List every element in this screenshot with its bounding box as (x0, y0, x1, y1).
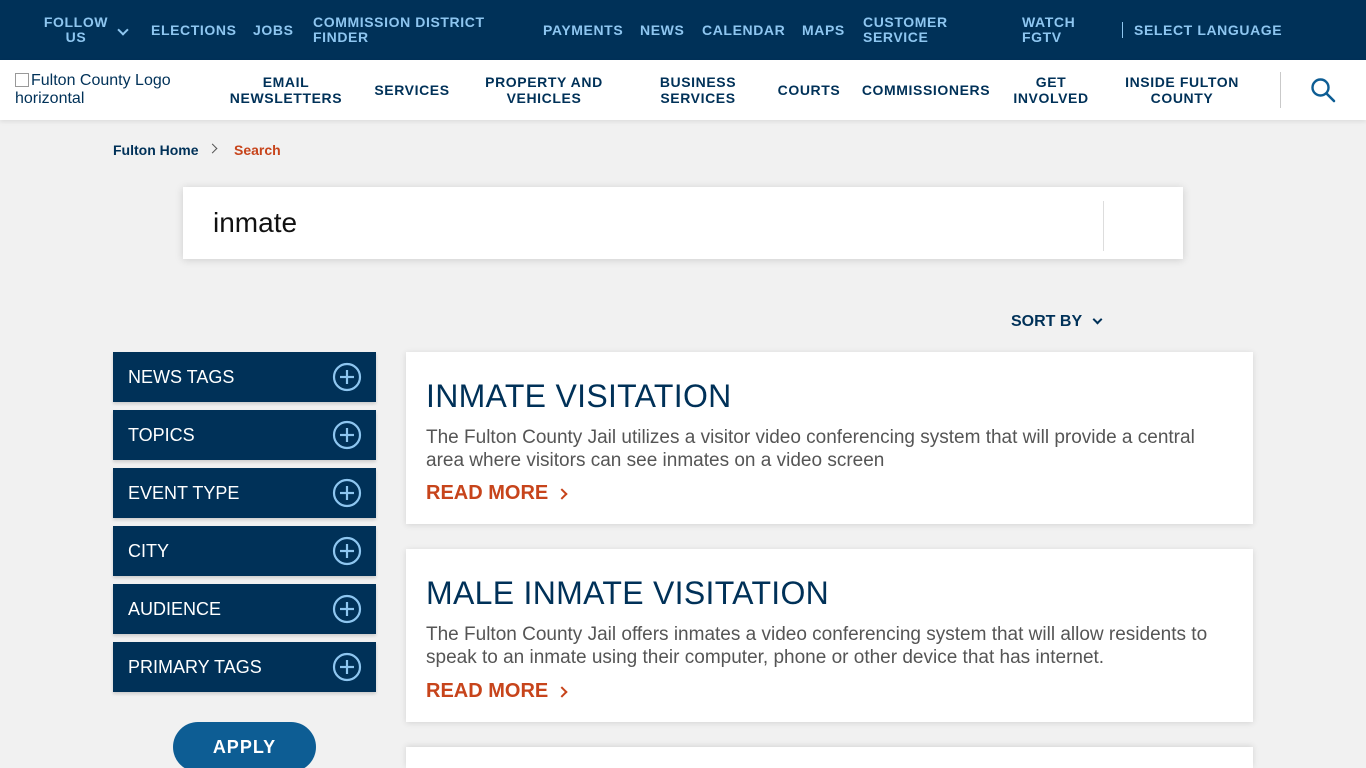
jobs-label: JOBS (253, 21, 294, 38)
watch-fgtv-link[interactable]: WATCH FGTV (1022, 0, 1082, 60)
filter-city[interactable]: CITY (113, 526, 376, 576)
result-title[interactable]: INMATE VISITATION (426, 378, 732, 415)
read-more-link[interactable]: READ MORE (426, 482, 568, 505)
read-more-label: READ MORE (426, 680, 549, 702)
nav-business-services-label: BUSINESS SERVICES (659, 74, 737, 106)
chevron-down-icon (117, 24, 129, 36)
chevron-down-icon (1092, 314, 1103, 325)
calendar-label: CALENDAR (702, 21, 786, 38)
nav-inside-fulton-county[interactable]: INSIDE FULTON COUNTY (1118, 60, 1246, 120)
nav-courts[interactable]: COURTS (771, 60, 847, 120)
customer-service-label: CUSTOMER SERVICE (863, 14, 948, 45)
nav-get-involved-label: GET INVOLVED (1013, 74, 1089, 106)
apply-button[interactable]: APPLY (173, 722, 316, 768)
result-description: The Fulton County Jail utilizes a visito… (426, 427, 1195, 471)
elections-link[interactable]: ELECTIONS (151, 0, 237, 60)
logo-alt-text: Fulton County Logo horizontal (15, 72, 171, 107)
news-label: NEWS (640, 21, 685, 38)
commission-district-finder-link[interactable]: COMMISSION DISTRICT FINDER (313, 0, 493, 60)
main-navigation: Fulton County Logo horizontal EMAIL NEWS… (0, 60, 1366, 120)
filter-label: PRIMARY TAGS (128, 656, 262, 677)
payments-label: PAYMENTS (543, 21, 624, 38)
plus-circle-icon (332, 536, 362, 566)
chevron-right-icon (556, 685, 568, 698)
chevron-right-icon (556, 487, 568, 500)
select-language-dropdown[interactable]: SELECT LANGUAGE (1134, 0, 1282, 60)
filter-label: TOPICS (128, 424, 195, 445)
search-box (183, 187, 1183, 259)
sort-by-dropdown[interactable]: SORT BY (1011, 313, 1103, 331)
nav-property-and-vehicles-label: PROPERTY AND VEHICLES (485, 74, 603, 106)
nav-commissioners-label: COMMISSIONERS (861, 82, 991, 98)
filter-audience[interactable]: AUDIENCE (113, 584, 376, 634)
nav-inside-fulton-county-label: INSIDE FULTON COUNTY (1125, 74, 1239, 106)
plus-circle-icon (332, 594, 362, 624)
result-card: MALE INMATE VISITATION The Fulton County… (406, 549, 1253, 722)
plus-circle-icon (332, 652, 362, 682)
nav-services-label: SERVICES (374, 82, 450, 98)
filter-label: EVENT TYPE (128, 482, 240, 503)
breadcrumb-current: Search (234, 142, 281, 158)
breadcrumb-home-link[interactable]: Fulton Home (113, 142, 199, 158)
result-card (406, 747, 1253, 768)
search-input[interactable] (213, 203, 1093, 243)
jobs-link[interactable]: JOBS (253, 0, 294, 60)
elections-label: ELECTIONS (151, 21, 237, 38)
plus-circle-icon (332, 420, 362, 450)
nav-courts-label: COURTS (777, 82, 841, 98)
filter-label: AUDIENCE (128, 598, 222, 619)
follow-us-toggle[interactable] (117, 0, 129, 60)
nav-email-newsletters-label: EMAIL NEWSLETTERS (229, 74, 343, 106)
result-card: INMATE VISITATION The Fulton County Jail… (406, 352, 1253, 524)
watch-fgtv-label: WATCH FGTV (1022, 14, 1076, 45)
select-language-label: SELECT LANGUAGE (1134, 21, 1283, 38)
search-icon[interactable] (1310, 77, 1336, 103)
filter-primary-tags[interactable]: PRIMARY TAGS (113, 642, 376, 692)
nav-get-involved[interactable]: GET INVOLVED (1008, 60, 1094, 120)
nav-property-and-vehicles[interactable]: PROPERTY AND VEHICLES (474, 60, 614, 120)
language-divider (1122, 22, 1123, 38)
follow-us-link[interactable]: FOLLOW US (44, 0, 108, 60)
result-description: The Fulton County Jail offers inmates a … (426, 624, 1208, 668)
fulton-county-logo[interactable]: Fulton County Logo horizontal (15, 72, 205, 108)
calendar-link[interactable]: CALENDAR (702, 0, 785, 60)
filter-label: CITY (128, 540, 170, 561)
nav-divider (1280, 72, 1281, 108)
search-divider (1103, 201, 1104, 251)
nav-commissioners[interactable]: COMMISSIONERS (860, 60, 992, 120)
filter-label: NEWS TAGS (128, 366, 235, 387)
breadcrumb-chevron-icon (207, 143, 218, 154)
read-more-label: READ MORE (426, 482, 549, 504)
maps-label: MAPS (802, 21, 845, 38)
payments-link[interactable]: PAYMENTS (543, 0, 623, 60)
plus-circle-icon (332, 478, 362, 508)
commission-district-finder-label: COMMISSION DISTRICT FINDER (313, 14, 485, 45)
news-link[interactable]: NEWS (640, 0, 684, 60)
maps-link[interactable]: MAPS (802, 0, 845, 60)
filter-event-type[interactable]: EVENT TYPE (113, 468, 376, 518)
filter-topics[interactable]: TOPICS (113, 410, 376, 460)
top-utility-bar: FOLLOW US ELECTIONS JOBS COMMISSION DIST… (0, 0, 1366, 60)
sort-by-label: SORT BY (1011, 313, 1083, 330)
broken-image-icon (15, 73, 29, 87)
nav-services[interactable]: SERVICES (366, 60, 458, 120)
read-more-link[interactable]: READ MORE (426, 680, 568, 703)
filter-news-tags[interactable]: NEWS TAGS (113, 352, 376, 402)
plus-circle-icon (332, 362, 362, 392)
nav-business-services[interactable]: BUSINESS SERVICES (647, 60, 749, 120)
customer-service-link[interactable]: CUSTOMER SERVICE (863, 0, 963, 60)
result-title[interactable]: MALE INMATE VISITATION (426, 575, 829, 612)
follow-us-label: FOLLOW US (43, 14, 109, 45)
nav-email-newsletters[interactable]: EMAIL NEWSLETTERS (220, 60, 352, 120)
